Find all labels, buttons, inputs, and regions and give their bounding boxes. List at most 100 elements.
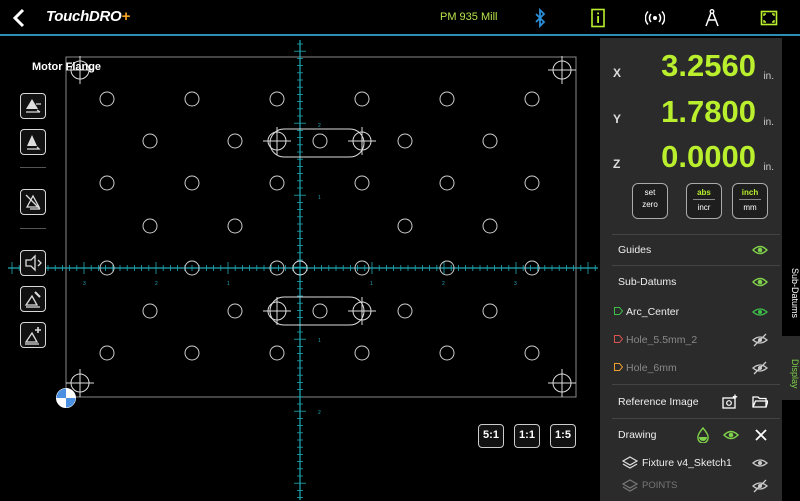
abs-incr-toggle[interactable]: abs incr: [686, 183, 722, 219]
hole: [99, 345, 115, 361]
y-axis-label[interactable]: Y: [613, 112, 621, 126]
color-drop-icon[interactable]: [695, 427, 711, 443]
info-panel-icon[interactable]: [588, 8, 608, 28]
crosshair: [548, 56, 576, 84]
x-axis-value[interactable]: 3.2560: [661, 48, 756, 84]
hole: [439, 91, 455, 107]
datum-tag-icon: [614, 363, 623, 371]
broadcast-icon[interactable]: [645, 8, 665, 28]
hole: [227, 218, 243, 234]
section-divider: [612, 384, 780, 385]
x-tick-label: 2: [155, 281, 158, 287]
set-zero-button[interactable]: set zero: [632, 183, 668, 219]
y-tick-label: 2: [318, 123, 321, 129]
layer-name: Fixture v4_Sketch1: [642, 457, 732, 469]
app-logo: TouchDRO+: [46, 8, 130, 25]
z-axis-value[interactable]: 0.0000: [661, 139, 756, 175]
toolbar-divider: [20, 228, 46, 229]
eye-off-icon[interactable]: [752, 332, 768, 348]
guides-row[interactable]: Guides: [612, 236, 780, 264]
z-axis-unit: in.: [763, 162, 774, 173]
y-tick-label: 1: [318, 195, 321, 201]
datum-tag-icon: [614, 335, 623, 343]
add-shape-icon: [24, 327, 41, 345]
machine-name[interactable]: PM 935 Mill: [440, 11, 497, 23]
hole: [269, 91, 285, 107]
hole: [184, 345, 200, 361]
hole: [482, 218, 498, 234]
hole: [99, 175, 115, 191]
align-y-icon: [27, 135, 41, 150]
x-axis-unit: in.: [763, 71, 774, 82]
sub-datums-row[interactable]: Sub-Datums: [612, 268, 780, 296]
align-x-tool-button[interactable]: [20, 93, 46, 119]
measure-tool-button[interactable]: [20, 250, 46, 276]
datum-row-hole-6mm[interactable]: Hole_6mm: [612, 354, 780, 382]
mirror-tool-button[interactable]: [20, 189, 46, 215]
eye-icon[interactable]: [752, 455, 768, 471]
hole: [184, 91, 200, 107]
zoom-1-1-button[interactable]: 1:1: [514, 424, 540, 448]
tab-display[interactable]: Display: [782, 336, 800, 400]
hole: [184, 175, 200, 191]
eye-icon[interactable]: [752, 274, 768, 290]
zoom-1-5-button[interactable]: 1:5: [550, 424, 576, 448]
hole: [312, 303, 328, 319]
layer-row-points[interactable]: POINTS: [612, 472, 780, 500]
top-bar: TouchDRO+ PM 935 Mill: [0, 0, 800, 36]
mirror-icon: [25, 194, 41, 210]
compass-tool-icon[interactable]: [702, 8, 722, 28]
reference-image-row[interactable]: Reference Image: [612, 388, 780, 416]
drawing-title: Motor Flange: [32, 61, 102, 73]
eye-icon[interactable]: [723, 427, 739, 443]
x-axis-label[interactable]: X: [613, 66, 621, 80]
zoom-5-1-button[interactable]: 5:1: [478, 424, 504, 448]
hole: [439, 345, 455, 361]
hole: [269, 175, 285, 191]
motor-slots: [269, 128, 365, 326]
datum-row-arc-center[interactable]: Arc_Center: [612, 298, 780, 326]
add-shape-tool-button[interactable]: [20, 322, 46, 348]
z-axis-label[interactable]: Z: [613, 157, 620, 171]
bluetooth-icon[interactable]: [530, 8, 550, 28]
datum-row-hole-5-5mm[interactable]: Hole_5.5mm_2: [612, 326, 780, 354]
y-axis-value[interactable]: 1.7800: [661, 94, 756, 130]
close-icon[interactable]: [753, 427, 769, 443]
layer-name: POINTS: [642, 480, 678, 491]
drawing-canvas[interactable]: 3 2 1 1 2 3 2 1 1 2 Motor Flange 5:1 1:1…: [0, 38, 600, 501]
eye-icon[interactable]: [752, 304, 768, 320]
toolbar-divider: [20, 167, 46, 168]
x-tick-label: 3: [514, 281, 517, 287]
drawing-row[interactable]: Drawing: [612, 421, 780, 449]
section-divider: [612, 265, 780, 266]
reference-image-label: Reference Image: [618, 396, 699, 408]
align-y-tool-button[interactable]: [20, 129, 46, 155]
eye-off-icon[interactable]: [752, 360, 768, 376]
hole: [524, 175, 540, 191]
layers-icon: [622, 456, 638, 469]
drawing-svg: 3 2 1 1 2 3 2 1 1 2: [8, 40, 598, 500]
eye-off-icon[interactable]: [752, 478, 768, 494]
add-photo-icon[interactable]: [722, 394, 738, 410]
hole: [397, 303, 413, 319]
x-tick-label: 3: [83, 281, 86, 287]
side-tabs: Sub-Datums Display: [782, 38, 800, 501]
edit-shape-tool-button[interactable]: [20, 286, 46, 312]
back-arrow-icon[interactable]: [10, 7, 30, 29]
hole: [354, 91, 370, 107]
folder-open-icon[interactable]: [752, 394, 768, 410]
hole: [524, 91, 540, 107]
datum-name: Hole_6mm: [626, 362, 677, 374]
datum-name: Arc_Center: [626, 306, 680, 318]
fullscreen-icon[interactable]: [759, 8, 779, 28]
eye-icon[interactable]: [752, 242, 768, 258]
tab-sub-datums[interactable]: Sub-Datums: [782, 238, 800, 333]
hole: [397, 133, 413, 149]
hole: [142, 133, 158, 149]
align-x-icon: [26, 99, 41, 113]
y-tick-label: 1: [318, 338, 321, 344]
section-divider: [612, 418, 780, 419]
x-tick-label: 1: [227, 281, 230, 287]
inch-mm-toggle[interactable]: inch mm: [732, 183, 768, 219]
datum-marker-icon[interactable]: [55, 387, 77, 409]
